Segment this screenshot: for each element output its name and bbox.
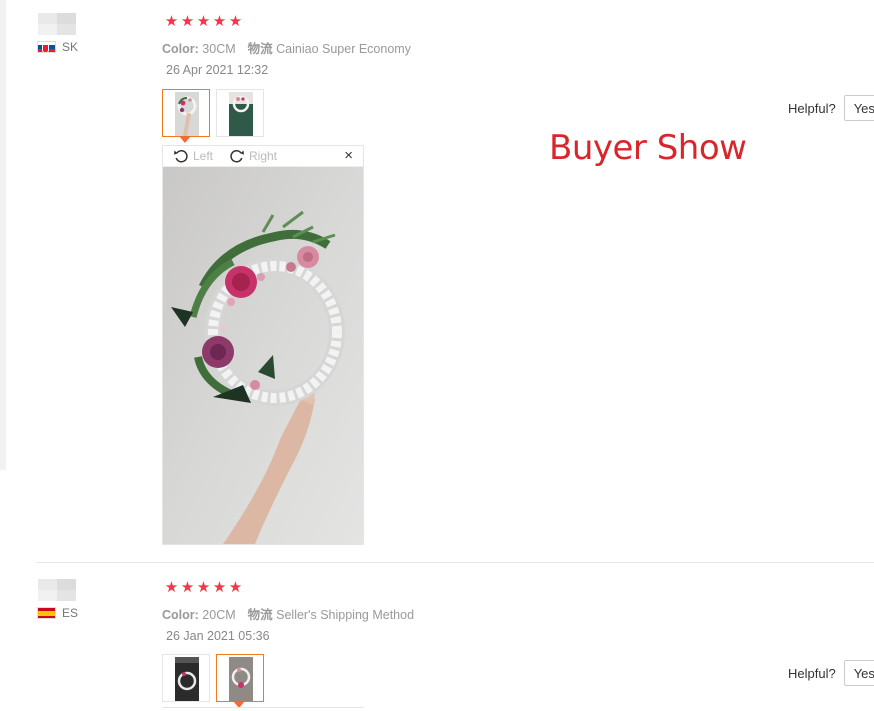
star-icon: ★: [196, 578, 211, 596]
helpful-yes-button[interactable]: Yes: [843, 95, 874, 121]
avatar: [38, 13, 76, 35]
star-icon: ★: [164, 12, 179, 30]
buyer-show-annotation: Buyer Show: [549, 128, 747, 168]
star-icon: ★: [228, 12, 243, 30]
color-label: Color:: [162, 608, 199, 622]
color-value: 20CM: [202, 608, 236, 622]
review-date: 26 Jan 2021 05:36: [166, 629, 270, 643]
color-label: Color:: [162, 42, 199, 56]
logistics-value: Cainiao Super Economy: [276, 42, 411, 56]
helpful-label: Helpful?: [788, 665, 836, 681]
review-item: SK ★ ★ ★ ★ ★ Color: 30CM 物流 Cainiao Super…: [0, 0, 874, 560]
country-code: SK: [62, 40, 79, 54]
star-icon: ★: [212, 12, 227, 30]
review-photo-thumbnail[interactable]: [162, 654, 210, 702]
helpful-vote: Helpful? Yes: [788, 660, 874, 686]
photo-viewer-toolbar: Left Right ×: [163, 146, 363, 167]
review-date: 26 Apr 2021 12:32: [166, 63, 269, 77]
reviewer-country: ES: [37, 606, 78, 620]
wreath-photo-thumbnail-image: [175, 657, 199, 701]
active-thumbnail-caret: [179, 136, 191, 143]
rotate-left-icon: [174, 150, 188, 163]
star-rating: ★ ★ ★ ★ ★: [164, 13, 243, 29]
star-rating: ★ ★ ★ ★ ★: [164, 579, 243, 595]
color-value: 30CM: [202, 42, 236, 56]
logistics-label: 物流: [247, 42, 273, 56]
review-sku-info: Color: 20CM 物流 Seller's Shipping Method: [162, 604, 414, 623]
rotate-right-icon: [230, 150, 244, 163]
star-icon: ★: [164, 578, 179, 596]
review-thumbnails: [162, 654, 264, 708]
helpful-yes-button[interactable]: Yes: [843, 660, 874, 686]
review-thumbnails: [162, 89, 264, 143]
slovakia-flag-icon: [37, 41, 56, 53]
review-photo-thumbnail[interactable]: [162, 89, 210, 143]
rotate-right-button[interactable]: Right: [229, 148, 277, 164]
wreath-photo: [163, 167, 363, 544]
review-photo-thumbnail[interactable]: [216, 654, 264, 708]
photo-viewer-top-edge: [162, 707, 364, 711]
rotate-right-label: Right: [249, 149, 278, 163]
rotate-left-label: Left: [193, 149, 214, 163]
spain-flag-icon: [37, 607, 56, 619]
country-code: ES: [62, 606, 79, 620]
helpful-label: Helpful?: [788, 100, 836, 116]
star-icon: ★: [196, 12, 211, 30]
star-icon: ★: [228, 578, 243, 596]
review-divider: [36, 562, 874, 563]
wreath-photo-thumbnail-image: [175, 92, 199, 136]
star-icon: ★: [180, 578, 195, 596]
star-icon: ★: [180, 12, 195, 30]
logistics-label: 物流: [247, 608, 273, 622]
avatar: [38, 579, 76, 601]
photo-viewer: Left Right ×: [162, 145, 364, 545]
review-sku-info: Color: 30CM 物流 Cainiao Super Economy: [162, 38, 411, 57]
helpful-vote: Helpful? Yes: [788, 95, 874, 121]
rotate-left-button[interactable]: Left: [173, 148, 213, 164]
reviewer-country: SK: [37, 40, 78, 54]
review-photo-thumbnail[interactable]: [216, 89, 264, 137]
close-viewer-button[interactable]: ×: [344, 147, 353, 164]
star-icon: ★: [212, 578, 227, 596]
wreath-photo-thumbnail-image: [229, 92, 253, 136]
wreath-photo-thumbnail-image: [229, 657, 253, 701]
review-item: ES ★ ★ ★ ★ ★ Color: 20CM 物流 Seller's Ship…: [0, 566, 874, 711]
logistics-value: Seller's Shipping Method: [276, 608, 415, 622]
